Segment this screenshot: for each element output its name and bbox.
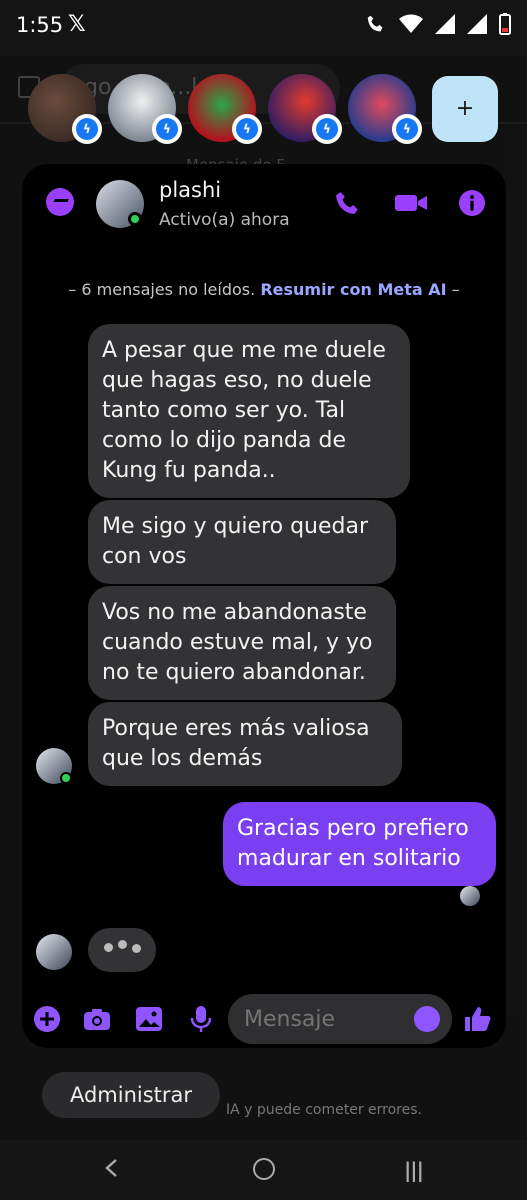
recent-apps-icon[interactable]: ||| — [404, 1158, 424, 1182]
contact-status: Activo(a) ahora — [159, 210, 290, 230]
message-bubble-incoming[interactable]: Vos no me abandonaste cuando estuve mal,… — [88, 586, 396, 700]
chat-head[interactable]: ϟ — [108, 74, 182, 144]
read-receipt-avatar — [460, 886, 480, 906]
online-indicator — [60, 772, 72, 784]
typing-dot — [104, 943, 113, 952]
summarize-with-meta-ai-link[interactable]: Resumir con Meta AI — [260, 280, 446, 299]
online-indicator — [128, 212, 142, 226]
signal-icon — [467, 14, 487, 34]
contact-name[interactable]: plashi — [159, 178, 221, 202]
message-bubble-incoming[interactable]: Me sigo y quiero quedar con vos — [88, 500, 396, 584]
x-logo-icon: 𝕏 — [68, 12, 86, 37]
message-composer — [22, 990, 506, 1048]
chat-head[interactable]: ϟ — [28, 74, 102, 144]
new-chat-button[interactable]: + — [432, 76, 498, 142]
status-bar: 1:55 𝕏 — [0, 0, 527, 56]
message-bubble-incoming[interactable]: A pesar que me me duele que hagas eso, n… — [88, 324, 410, 498]
administrar-button[interactable]: Administrar — [42, 1072, 220, 1118]
messenger-badge-icon: ϟ — [392, 114, 422, 144]
phone-icon[interactable] — [334, 190, 362, 216]
messenger-badge-icon: ϟ — [312, 114, 342, 144]
typing-dot — [132, 944, 141, 953]
message-bubble-outgoing[interactable]: Gracias pero prefiero madurar en solitar… — [223, 802, 496, 886]
emoji-icon[interactable] — [414, 1006, 440, 1032]
microphone-icon[interactable] — [186, 1004, 216, 1034]
chat-head[interactable]: ϟ — [188, 74, 262, 144]
messenger-badge-icon: ϟ — [152, 114, 182, 144]
back-icon[interactable] — [104, 1158, 118, 1178]
chat-header: plashi Activo(a) ahora — [22, 164, 506, 242]
divider-dash: – — [451, 280, 460, 299]
gallery-icon[interactable] — [134, 1004, 164, 1034]
messenger-icon[interactable] — [46, 188, 74, 216]
typing-indicator — [88, 928, 156, 972]
messenger-badge-icon: ϟ — [72, 114, 102, 144]
clock: 1:55 — [16, 13, 64, 37]
info-icon[interactable] — [458, 190, 486, 216]
typing-dot — [118, 940, 127, 949]
battery-icon — [499, 13, 511, 35]
chat-head[interactable]: ϟ — [348, 74, 422, 144]
status-icons — [365, 13, 511, 35]
unread-divider: – 6 mensajes no leídos. Resumir con Meta… — [22, 280, 506, 299]
chat-head[interactable]: ϟ — [268, 74, 342, 144]
home-button-icon[interactable] — [253, 1158, 275, 1180]
signal-icon — [435, 14, 455, 34]
wifi-icon — [399, 14, 423, 33]
divider-dash: – — [68, 280, 82, 299]
video-camera-icon[interactable] — [394, 190, 428, 216]
plus-icon[interactable] — [32, 1004, 62, 1034]
messenger-badge-icon: ϟ — [232, 114, 262, 144]
wifi-calling-icon — [367, 15, 383, 32]
message-bubble-incoming[interactable]: Porque eres más valiosa que los demás — [88, 702, 402, 786]
ai-disclaimer-text: IA y puede cometer errores. — [226, 1102, 422, 1118]
chat-panel: plashi Activo(a) ahora – 6 mensajes no l… — [22, 164, 506, 1048]
like-icon[interactable] — [462, 1004, 492, 1034]
camera-icon[interactable] — [82, 1004, 112, 1034]
unread-count-text: 6 mensajes no leídos. — [81, 280, 256, 299]
sender-avatar[interactable] — [36, 934, 72, 970]
